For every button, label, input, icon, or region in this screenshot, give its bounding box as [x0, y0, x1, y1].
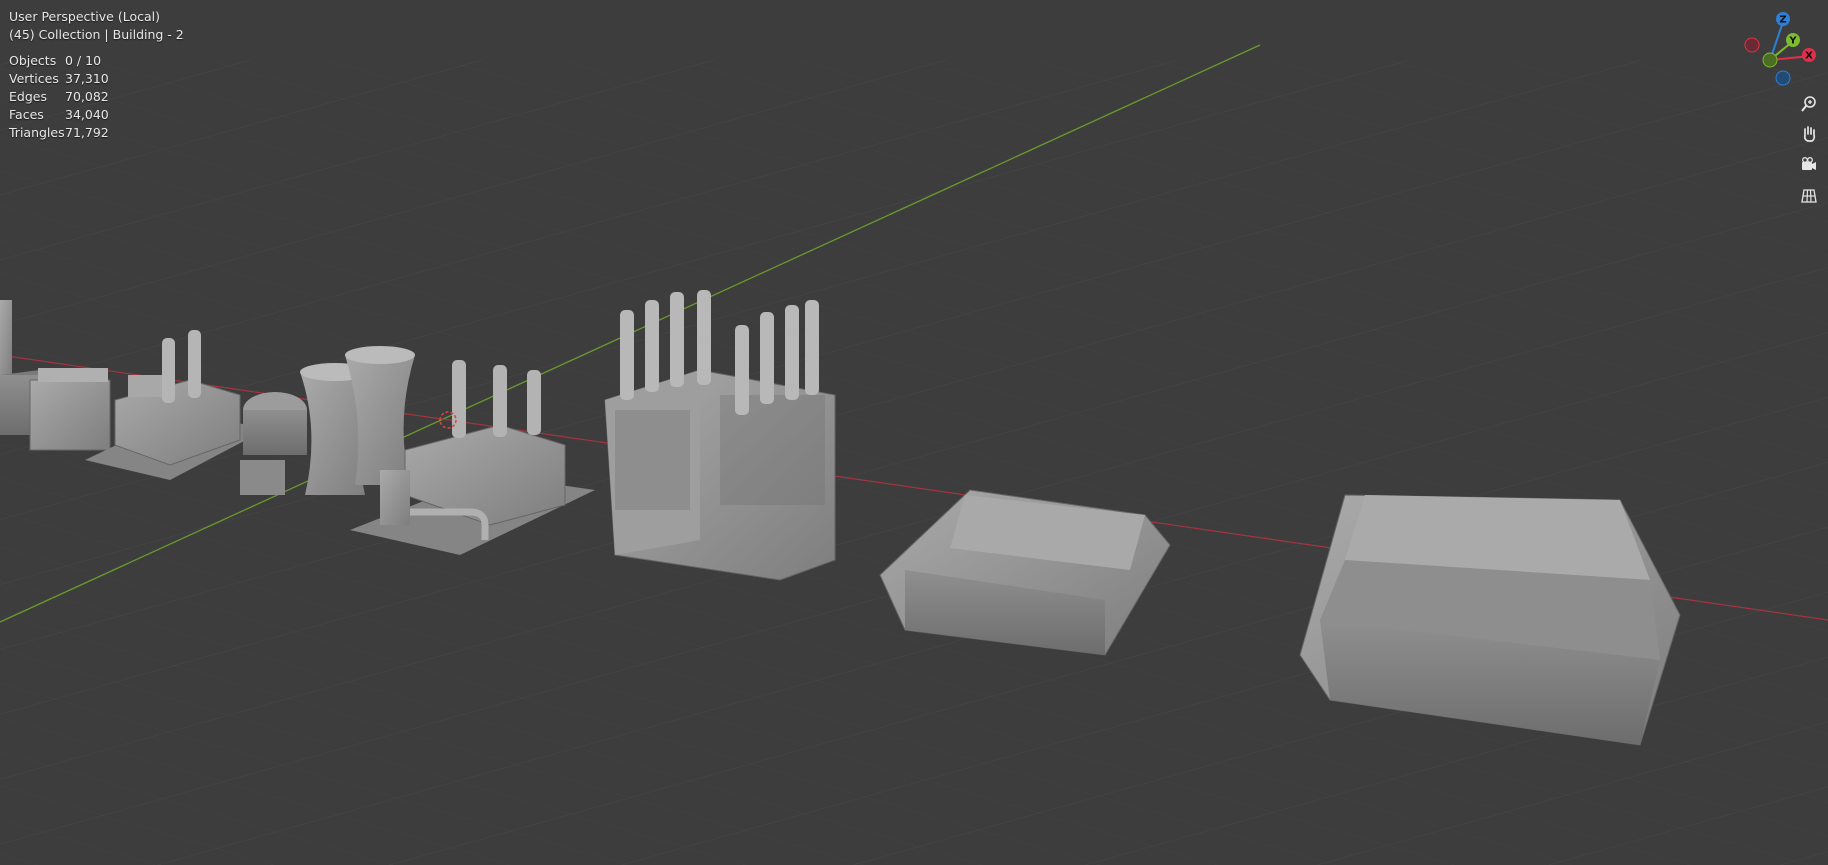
stat-label: Vertices — [9, 71, 59, 86]
stat-label: Objects — [9, 53, 57, 68]
stat-triangles: Triangles 71,792 — [9, 124, 184, 142]
camera-icon — [1802, 157, 1816, 170]
ortho-toggle-button[interactable] — [1795, 182, 1823, 210]
y-axis-label: Y — [1788, 36, 1797, 47]
camera-view-button[interactable] — [1795, 150, 1823, 178]
3d-viewport[interactable]: User Perspective (Local) (45) Collection… — [0, 0, 1828, 865]
grid-ortho-icon — [1801, 189, 1817, 203]
negative-x-axis-handle[interactable] — [1744, 37, 1760, 53]
viewport-scene — [0, 0, 1828, 865]
stat-value: 71,792 — [65, 125, 109, 140]
x-axis-label: X — [1805, 51, 1813, 62]
stat-label: Faces — [9, 107, 44, 122]
view-name: User Perspective (Local) — [9, 9, 160, 24]
negative-y-axis-handle[interactable] — [1762, 52, 1778, 68]
viewport-info-overlay: User Perspective (Local) (45) Collection… — [9, 8, 184, 142]
pan-button[interactable] — [1795, 120, 1823, 148]
stat-faces: Faces 34,040 — [9, 106, 184, 124]
negative-z-axis-handle[interactable] — [1775, 70, 1791, 86]
scene-statistics: Objects 0 / 10 Vertices 37,310 Edges 70,… — [9, 52, 184, 142]
zoom-button[interactable] — [1795, 90, 1823, 118]
navigation-gizmo[interactable]: Z Y X — [1740, 10, 1816, 90]
stat-objects: Objects 0 / 10 — [9, 52, 184, 70]
stat-label: Triangles — [9, 125, 65, 140]
hand-pan-icon — [1803, 126, 1816, 142]
zoom-icon — [1801, 96, 1816, 112]
z-axis-label: Z — [1779, 15, 1786, 26]
stat-edges: Edges 70,082 — [9, 88, 184, 106]
stat-label: Edges — [9, 89, 47, 104]
stat-value: 34,040 — [65, 107, 109, 122]
stat-value: 0 / 10 — [65, 53, 102, 68]
stat-value: 70,082 — [65, 89, 109, 104]
collection-line: (45) Collection | Building - 2 — [9, 27, 184, 42]
stat-value: 37,310 — [65, 71, 109, 86]
stat-vertices: Vertices 37,310 — [9, 70, 184, 88]
